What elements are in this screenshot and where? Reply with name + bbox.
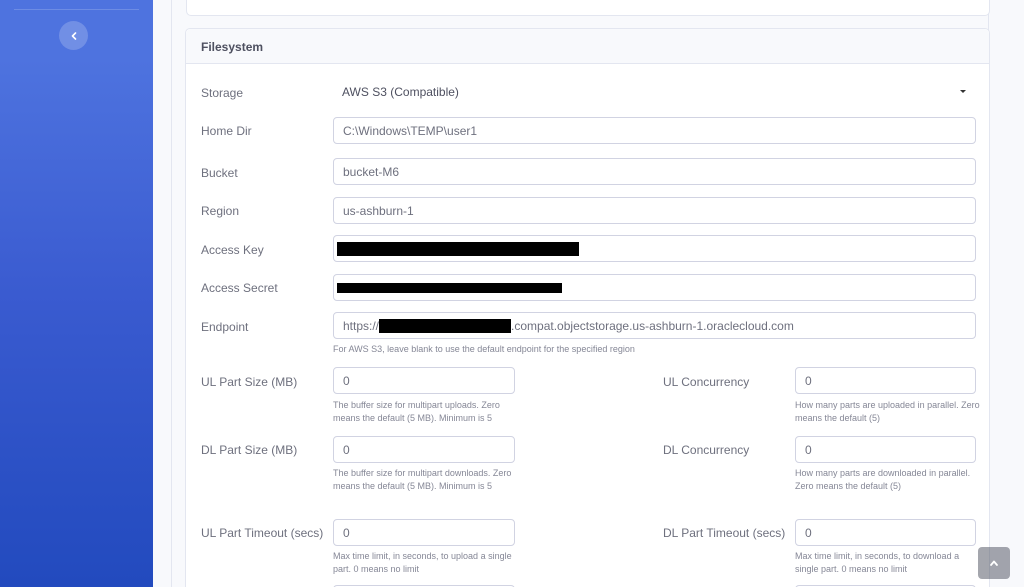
access-key-input[interactable]	[333, 235, 976, 262]
sidebar-toggle-button[interactable]	[59, 21, 88, 50]
ul-part-size-input[interactable]: 0	[333, 367, 515, 394]
access-secret-input[interactable]	[333, 274, 976, 301]
access-secret-redaction	[337, 282, 562, 293]
dl-concurrency-input[interactable]: 0	[795, 436, 976, 463]
endpoint-redaction	[379, 318, 512, 333]
caret-down-icon	[960, 90, 966, 93]
storage-select-value: AWS S3 (Compatible)	[342, 84, 459, 99]
ul-part-timeout-input[interactable]: 0	[333, 519, 515, 546]
region-input[interactable]: us-ashburn-1	[333, 197, 976, 224]
dl-concurrency-help: How many parts are downloaded in paralle…	[795, 468, 971, 491]
ul-part-timeout-value: 0	[343, 525, 350, 540]
endpoint-label: Endpoint	[201, 320, 249, 334]
home-dir-value: C:\Windows\TEMP\user1	[343, 123, 478, 138]
endpoint-help: For AWS S3, leave blank to use the defau…	[333, 344, 635, 354]
endpoint-suffix: .compat.objectstorage.us-ashburn-1.oracl…	[511, 318, 794, 333]
access-key-label: Access Key	[201, 243, 264, 257]
previous-card	[186, 0, 990, 16]
dl-part-timeout-help: Max time limit, in seconds, to download …	[795, 551, 960, 574]
chevron-left-icon	[70, 29, 78, 43]
dl-part-timeout-label: DL Part Timeout (secs)	[663, 526, 786, 540]
dl-part-timeout-input[interactable]: 0	[795, 519, 976, 546]
main-content: Filesystem Storage AWS S3 (Compatible) H…	[153, 0, 1024, 587]
dl-part-size-value: 0	[343, 442, 350, 457]
ul-part-timeout-help: Max time limit, in seconds, to upload a …	[333, 551, 512, 574]
endpoint-input[interactable]: https:// .compat.objectstorage.us-ashbur…	[333, 312, 976, 339]
filesystem-title: Filesystem	[201, 40, 264, 54]
access-secret-label: Access Secret	[201, 281, 278, 295]
storage-select[interactable]: AWS S3 (Compatible)	[333, 78, 976, 105]
home-dir-input[interactable]: C:\Windows\TEMP\user1	[333, 117, 976, 144]
chevron-up-icon	[989, 556, 999, 570]
bucket-input[interactable]: bucket-M6	[333, 158, 976, 185]
ul-concurrency-input[interactable]: 0	[795, 367, 976, 394]
storage-label: Storage	[201, 86, 244, 100]
dl-part-timeout-value: 0	[805, 525, 812, 540]
region-label: Region	[201, 204, 240, 218]
home-dir-label: Home Dir	[201, 124, 252, 138]
dl-concurrency-label: DL Concurrency	[663, 443, 750, 457]
endpoint-prefix: https://	[343, 318, 380, 333]
ul-part-size-help: The buffer size for multipart uploads. Z…	[333, 400, 500, 423]
region-value: us-ashburn-1	[343, 203, 414, 218]
filesystem-card-header: Filesystem	[186, 29, 989, 64]
ul-concurrency-value: 0	[805, 373, 812, 388]
ul-concurrency-help: How many parts are uploaded in parallel.…	[795, 400, 980, 423]
scroll-to-top-button[interactable]	[978, 547, 1010, 579]
dl-part-size-label: DL Part Size (MB)	[201, 443, 298, 457]
ul-concurrency-label: UL Concurrency	[663, 375, 750, 389]
bucket-value: bucket-M6	[343, 164, 400, 179]
access-key-redaction	[337, 241, 579, 256]
dl-part-size-input[interactable]: 0	[333, 436, 515, 463]
dl-part-size-help: The buffer size for multipart downloads.…	[333, 468, 512, 491]
ul-part-size-label: UL Part Size (MB)	[201, 375, 298, 389]
dl-concurrency-value: 0	[805, 442, 812, 457]
ul-part-size-value: 0	[343, 373, 350, 388]
sidebar	[0, 0, 153, 587]
bucket-label: Bucket	[201, 166, 238, 180]
ul-part-timeout-label: UL Part Timeout (secs)	[201, 526, 324, 540]
filesystem-card: Filesystem Storage AWS S3 (Compatible) H…	[185, 28, 990, 587]
sidebar-divider	[14, 9, 139, 10]
